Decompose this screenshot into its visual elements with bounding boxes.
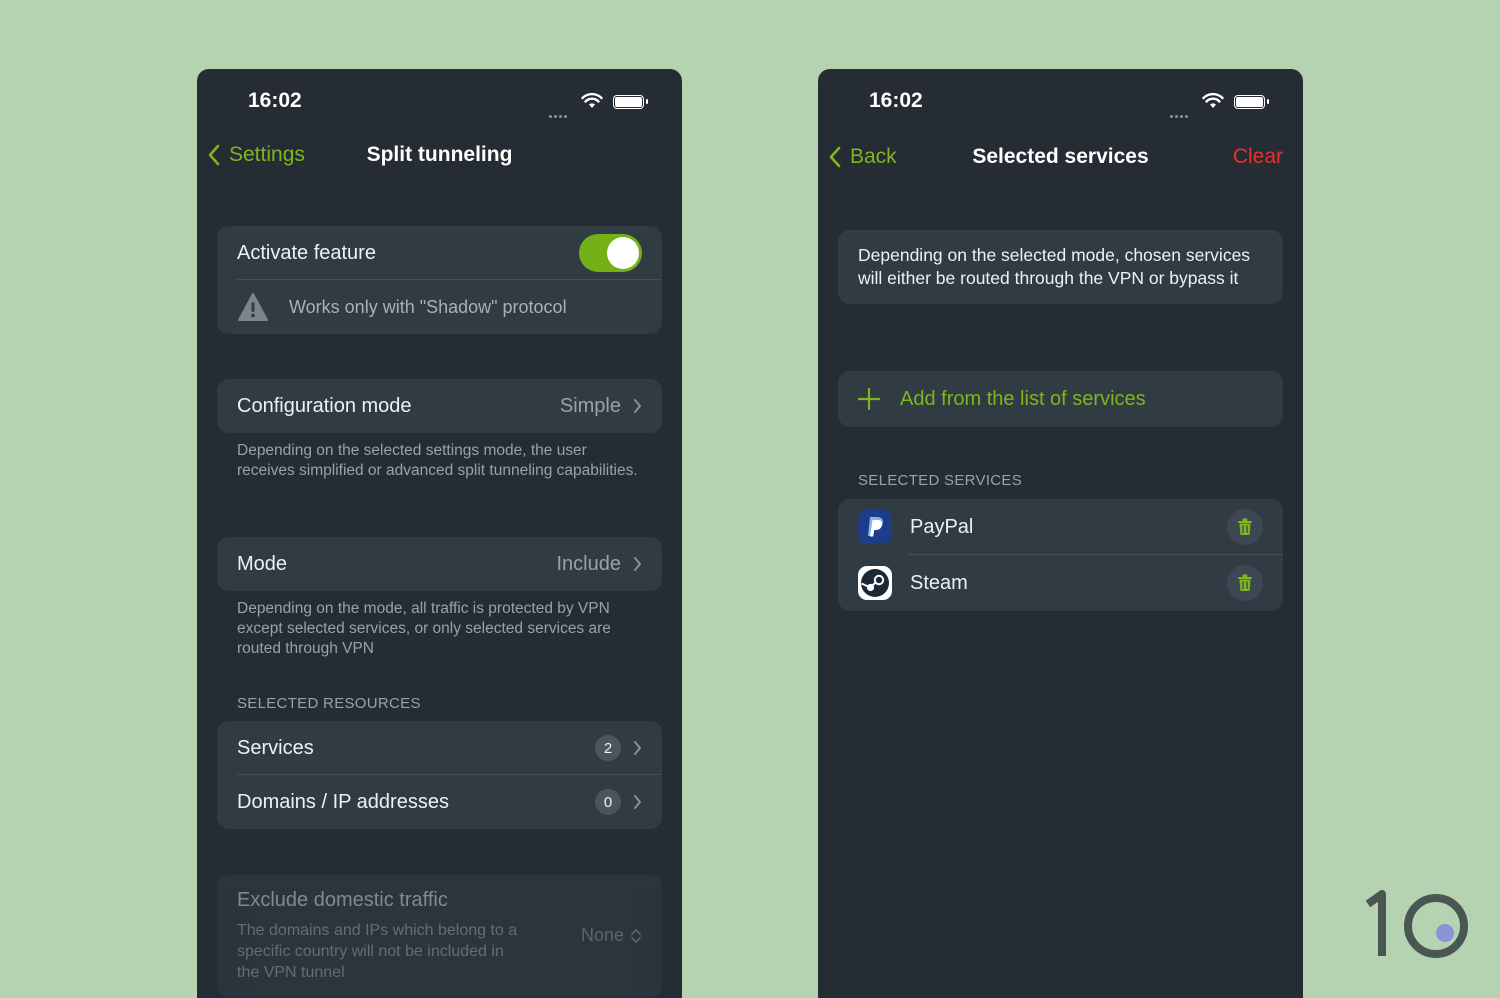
trash-icon xyxy=(1238,518,1252,535)
services-header: SELECTED SERVICES xyxy=(858,472,1023,489)
wifi-icon xyxy=(581,93,603,108)
trash-icon xyxy=(1238,574,1252,591)
activate-row: Activate feature xyxy=(217,226,662,280)
mode-label: Mode xyxy=(237,552,288,575)
activate-label: Activate feature xyxy=(237,241,376,264)
mode-card: Mode Include xyxy=(217,537,662,591)
clear-button[interactable]: Clear xyxy=(1233,137,1283,177)
chevron-right-icon xyxy=(633,398,642,414)
count-badge: 0 xyxy=(595,789,621,815)
steam-icon xyxy=(858,566,892,600)
mode-row[interactable]: Mode Include xyxy=(217,537,662,591)
nav-bar: Back Selected services Clear xyxy=(818,137,1303,177)
chevron-right-icon xyxy=(633,740,642,756)
signal-icon xyxy=(1170,105,1190,123)
page-title: Selected services xyxy=(972,145,1149,168)
split-tunneling-screen: 16:02 Settings Split tunneling Activate … xyxy=(197,69,682,998)
mode-value: Include xyxy=(556,552,622,575)
page-title: Split tunneling xyxy=(366,143,513,166)
nav-bar: Settings Split tunneling xyxy=(197,135,682,175)
chevron-right-icon xyxy=(633,794,642,810)
status-icons xyxy=(549,93,649,118)
wifi-icon xyxy=(1202,93,1224,108)
service-name: PayPal xyxy=(910,515,974,538)
resource-services-row[interactable]: Services 2 xyxy=(217,721,662,775)
resource-label: Services xyxy=(237,736,314,759)
config-mode-card: Configuration mode Simple xyxy=(217,379,662,433)
config-mode-label: Configuration mode xyxy=(237,394,412,417)
brand-logo xyxy=(1365,890,1468,958)
config-mode-help: Depending on the selected settings mode,… xyxy=(237,442,638,479)
add-services-card: Add from the list of services xyxy=(838,371,1283,427)
resources-card: Services 2 Domains / IP addresses 0 xyxy=(217,721,662,829)
chevron-right-icon xyxy=(633,556,642,572)
warning-text: Works only with "Shadow" protocol xyxy=(289,296,567,317)
domestic-traffic-select: None xyxy=(581,925,642,946)
domestic-traffic-description: The domains and IPs which belong to a sp… xyxy=(237,922,518,981)
domestic-traffic-card: Exclude domestic traffic The domains and… xyxy=(217,875,662,997)
activate-card: Activate feature Works only with "Shadow… xyxy=(217,226,662,334)
paypal-icon xyxy=(858,510,892,544)
status-time: 16:02 xyxy=(248,89,302,112)
resource-domains-row[interactable]: Domains / IP addresses 0 xyxy=(217,775,662,829)
delete-service-button[interactable] xyxy=(1227,565,1263,601)
battery-icon xyxy=(1234,95,1269,109)
chevron-up-down-icon xyxy=(630,927,642,945)
config-mode-row[interactable]: Configuration mode Simple xyxy=(217,379,662,433)
service-row-steam: Steam xyxy=(838,555,1283,611)
service-row-paypal: PayPal xyxy=(838,499,1283,555)
protocol-warning: Works only with "Shadow" protocol xyxy=(217,280,662,334)
resources-header: SELECTED RESOURCES xyxy=(237,695,421,712)
battery-icon xyxy=(613,95,648,109)
config-mode-value: Simple xyxy=(559,394,621,417)
count-badge: 2 xyxy=(595,735,621,761)
add-services-button[interactable]: Add from the list of services xyxy=(838,371,1283,427)
selected-services-screen: 16:02 Back Selected services Clear Depen… xyxy=(818,69,1303,998)
status-icons xyxy=(1170,93,1270,118)
add-services-label: Add from the list of services xyxy=(900,387,1146,410)
warning-icon xyxy=(237,292,269,322)
delete-service-button[interactable] xyxy=(1227,509,1263,545)
service-name: Steam xyxy=(910,571,968,594)
mode-help: Depending on the mode, all traffic is pr… xyxy=(237,600,611,657)
signal-icon xyxy=(549,105,569,123)
status-time: 16:02 xyxy=(869,89,923,112)
activate-toggle[interactable] xyxy=(579,234,642,272)
resource-label: Domains / IP addresses xyxy=(237,790,449,813)
plus-icon xyxy=(858,388,880,410)
info-card: Depending on the selected mode, chosen s… xyxy=(838,230,1283,304)
domestic-traffic-title: Exclude domestic traffic xyxy=(237,889,448,911)
services-card: PayPal Steam xyxy=(838,499,1283,611)
domestic-traffic-value: None xyxy=(580,925,624,945)
